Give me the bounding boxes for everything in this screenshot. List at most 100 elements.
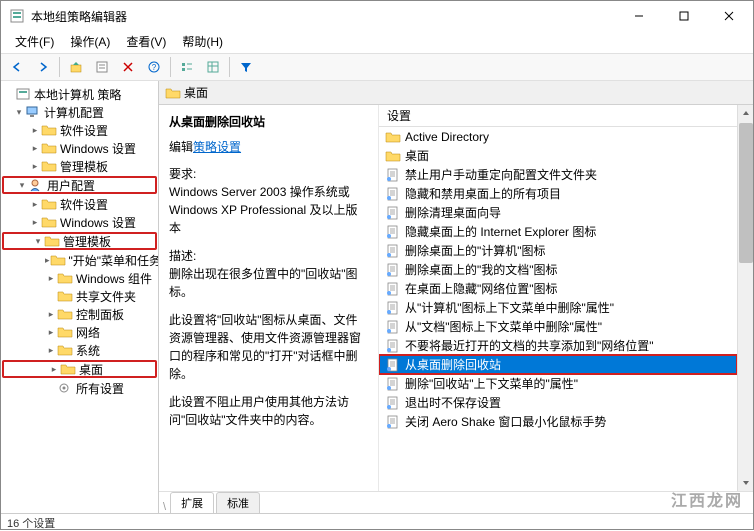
- description-text: 删除出现在很多位置中的"回收站"图标。: [169, 265, 368, 301]
- folder-icon: [50, 253, 66, 267]
- tabs-row: \ 扩展 标准: [159, 491, 753, 513]
- expand-icon[interactable]: ▸: [45, 273, 57, 284]
- window-title: 本地组策略编辑器: [31, 8, 616, 25]
- tree-user-config[interactable]: ▾ 用户配置: [2, 176, 157, 194]
- setting-label: 删除清理桌面向导: [405, 204, 501, 221]
- setting-row[interactable]: 不要将最近打开的文档的共享添加到"网络位置": [379, 336, 737, 355]
- setting-label: 从"文档"图标上下文菜单中删除"属性": [405, 318, 602, 335]
- setting-row[interactable]: 隐藏桌面上的 Internet Explorer 图标: [379, 222, 737, 241]
- menu-help[interactable]: 帮助(H): [174, 31, 231, 53]
- content-area: 本地计算机 策略 ▾ 计算机配置 ▸软件设置 ▸ Windows 设置 ▸管理模板…: [1, 81, 753, 513]
- scrollbar-thumb[interactable]: [739, 123, 753, 263]
- toolbar: ?: [1, 53, 753, 81]
- tree-cc-software[interactable]: ▸软件设置: [1, 121, 158, 139]
- expand-icon[interactable]: ▸: [29, 143, 41, 154]
- folder-icon: [41, 123, 57, 137]
- menu-view[interactable]: 查看(V): [118, 31, 174, 53]
- collapse-icon[interactable]: ▾: [13, 107, 25, 118]
- tree-label: 控制面板: [76, 306, 124, 323]
- settings-list[interactable]: Active Directory桌面禁止用户手动重定向配置文件文件夹隐藏和禁用桌…: [379, 127, 737, 491]
- tree-cc-windows[interactable]: ▸Windows 设置: [1, 139, 158, 157]
- tab-extended[interactable]: 扩展: [170, 492, 214, 513]
- collapse-icon[interactable]: ▾: [16, 180, 28, 191]
- tree-start-menu[interactable]: ▸"开始"菜单和任务栏: [1, 251, 158, 269]
- folder-icon: [385, 149, 401, 163]
- tree-uc-admin[interactable]: ▾管理模板: [2, 232, 157, 250]
- tree-label: Windows 设置: [60, 214, 136, 231]
- edit-policy-row: 编辑策略设置: [169, 138, 368, 155]
- tree-control-panel[interactable]: ▸ 控制面板: [1, 305, 158, 323]
- settings-column-header[interactable]: 设置: [379, 105, 737, 127]
- expand-icon[interactable]: ▸: [45, 345, 57, 356]
- detail-view-button[interactable]: [201, 56, 225, 78]
- setting-row[interactable]: 删除桌面上的"我的文档"图标: [379, 260, 737, 279]
- tree-network[interactable]: ▸网络: [1, 323, 158, 341]
- tree-computer-config[interactable]: ▾ 计算机配置: [1, 103, 158, 121]
- up-button[interactable]: [64, 56, 88, 78]
- expand-icon[interactable]: ▸: [48, 364, 60, 375]
- setting-row[interactable]: 关闭 Aero Shake 窗口最小化鼠标手势: [379, 412, 737, 431]
- close-button[interactable]: [706, 2, 751, 30]
- description-label: 描述:: [169, 247, 368, 265]
- minimize-button[interactable]: [616, 2, 661, 30]
- setting-row[interactable]: 退出时不保存设置: [379, 393, 737, 412]
- setting-row[interactable]: 从"文档"图标上下文菜单中删除"属性": [379, 317, 737, 336]
- setting-row[interactable]: 隐藏和禁用桌面上的所有项目: [379, 184, 737, 203]
- expand-icon[interactable]: ▸: [45, 327, 57, 338]
- expand-icon[interactable]: ▸: [29, 199, 41, 210]
- setting-row[interactable]: 桌面: [379, 146, 737, 165]
- app-icon: [9, 8, 25, 24]
- menu-file[interactable]: 文件(F): [7, 31, 62, 53]
- folder-icon: [41, 159, 57, 173]
- filter-button[interactable]: [234, 56, 258, 78]
- delete-button[interactable]: [116, 56, 140, 78]
- tree-windows-comp[interactable]: ▸ Windows 组件: [1, 269, 158, 287]
- setting-row[interactable]: 禁止用户手动重定向配置文件文件夹: [379, 165, 737, 184]
- setting-row[interactable]: Active Directory: [379, 127, 737, 146]
- tree-root[interactable]: 本地计算机 策略: [1, 85, 158, 103]
- policy-item-icon: [385, 320, 401, 334]
- setting-label: 从桌面删除回收站: [405, 356, 501, 373]
- tree-cc-admin[interactable]: ▸管理模板: [1, 157, 158, 175]
- setting-row[interactable]: 删除"回收站"上下文菜单的"属性": [379, 374, 737, 393]
- tree-uc-software[interactable]: ▸软件设置: [1, 195, 158, 213]
- expand-icon[interactable]: ▸: [45, 309, 57, 320]
- list-view-button[interactable]: [175, 56, 199, 78]
- tree-pane[interactable]: 本地计算机 策略 ▾ 计算机配置 ▸软件设置 ▸ Windows 设置 ▸管理模板…: [1, 81, 159, 513]
- requirements-label: 要求:: [169, 165, 368, 183]
- tree-uc-windows[interactable]: ▸ Windows 设置: [1, 213, 158, 231]
- expand-icon[interactable]: ▸: [29, 217, 41, 228]
- vertical-scrollbar[interactable]: [737, 105, 753, 491]
- scroll-down-button[interactable]: [738, 475, 753, 491]
- properties-button[interactable]: [90, 56, 114, 78]
- tree-desktop[interactable]: ▸桌面: [2, 360, 157, 378]
- tree-shared-folders[interactable]: 共享文件夹: [1, 287, 158, 305]
- setting-label: 删除桌面上的"计算机"图标: [405, 242, 546, 259]
- forward-button[interactable]: [31, 56, 55, 78]
- collapse-icon[interactable]: ▾: [32, 236, 44, 247]
- description-para3: 此设置不阻止用户使用其他方法访问"回收站"文件夹中的内容。: [169, 393, 368, 429]
- tree-system[interactable]: ▸系统: [1, 341, 158, 359]
- maximize-button[interactable]: [661, 2, 706, 30]
- user-icon: [28, 178, 44, 192]
- setting-row[interactable]: 从桌面删除回收站: [379, 355, 737, 374]
- policy-item-icon: [385, 206, 401, 220]
- menu-action[interactable]: 操作(A): [62, 31, 118, 53]
- edit-label: 编辑: [169, 140, 193, 154]
- tab-standard[interactable]: 标准: [216, 492, 260, 513]
- setting-row[interactable]: 删除桌面上的"计算机"图标: [379, 241, 737, 260]
- policy-settings-link[interactable]: 策略设置: [193, 140, 241, 154]
- setting-row[interactable]: 删除清理桌面向导: [379, 203, 737, 222]
- policy-item-icon: [385, 282, 401, 296]
- settings-column: 设置 Active Directory桌面禁止用户手动重定向配置文件文件夹隐藏和…: [379, 105, 737, 491]
- expand-icon[interactable]: ▸: [29, 125, 41, 136]
- setting-label: 删除"回收站"上下文菜单的"属性": [405, 375, 578, 392]
- setting-row[interactable]: 从"计算机"图标上下文菜单中删除"属性": [379, 298, 737, 317]
- tree-all-settings[interactable]: 所有设置: [1, 379, 158, 397]
- scroll-up-button[interactable]: [738, 105, 753, 121]
- tree-label: Windows 组件: [76, 270, 152, 287]
- help-toolbar-button[interactable]: ?: [142, 56, 166, 78]
- expand-icon[interactable]: ▸: [29, 161, 41, 172]
- back-button[interactable]: [5, 56, 29, 78]
- setting-row[interactable]: 在桌面上隐藏"网络位置"图标: [379, 279, 737, 298]
